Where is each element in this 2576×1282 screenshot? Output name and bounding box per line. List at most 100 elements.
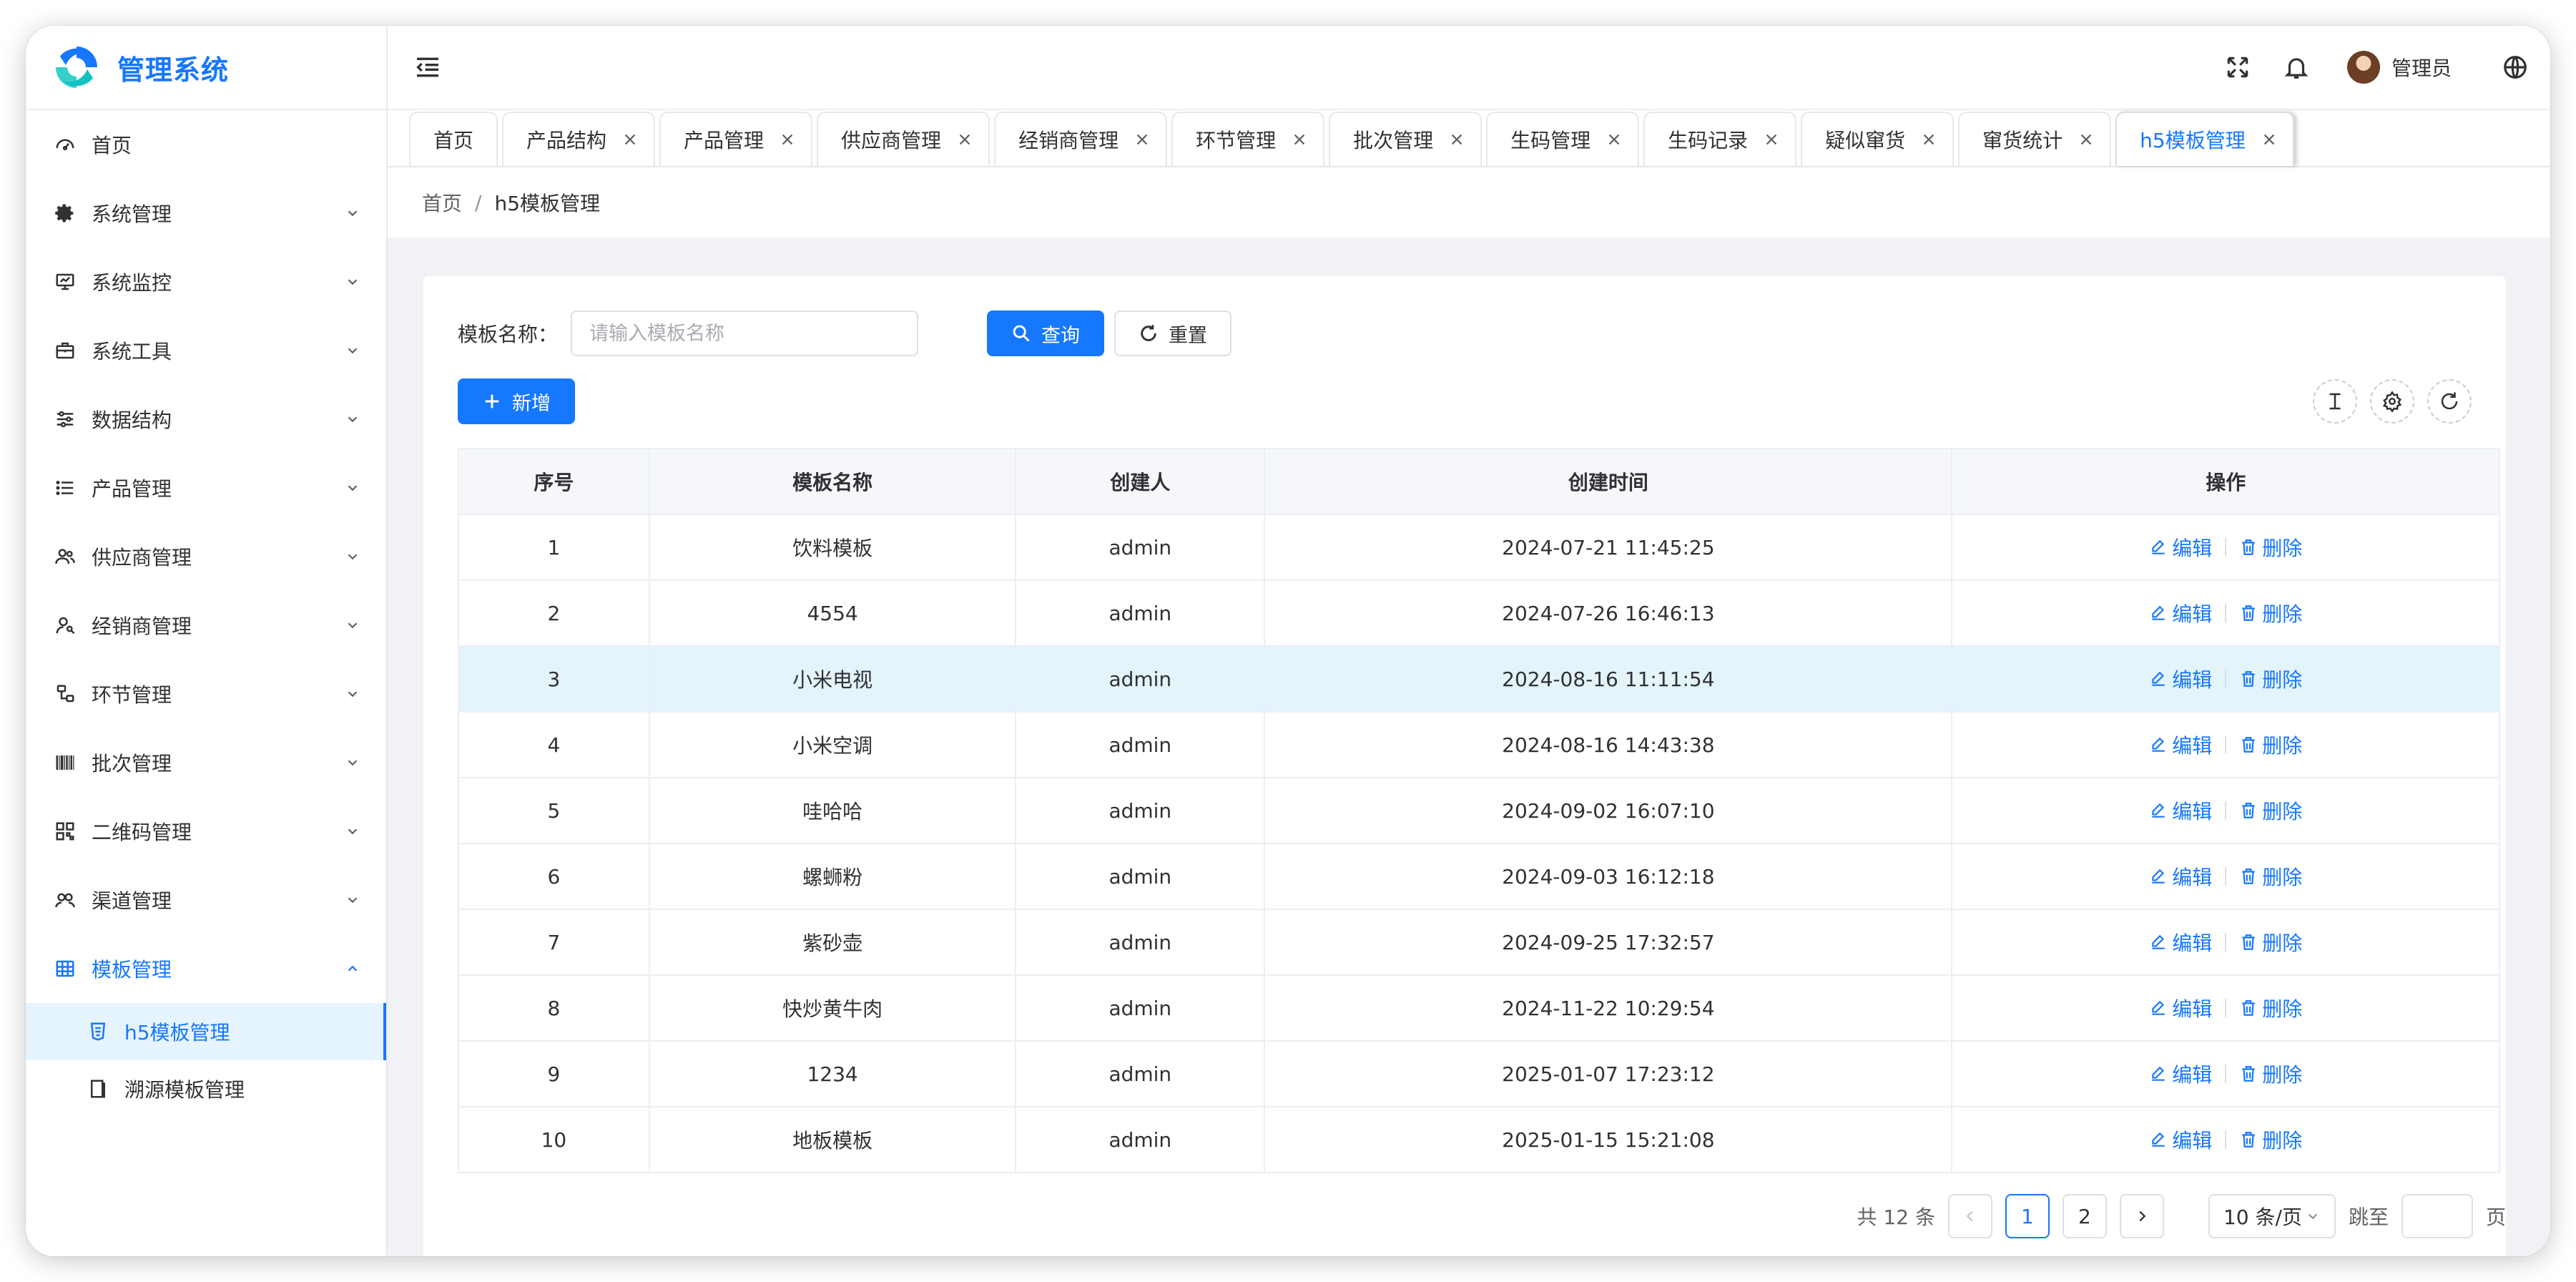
breadcrumb-home[interactable]: 首页 bbox=[422, 188, 462, 217]
chevron-down-icon bbox=[348, 279, 358, 285]
bell-icon[interactable] bbox=[2283, 54, 2310, 81]
close-icon[interactable] bbox=[622, 132, 638, 147]
delete-button[interactable]: 删除 bbox=[2239, 862, 2302, 891]
edit-icon bbox=[2152, 1066, 2165, 1081]
close-icon[interactable] bbox=[2078, 132, 2094, 147]
sidebar-item-products[interactable]: 产品管理 bbox=[26, 454, 386, 522]
table-row[interactable]: 8 快炒黄牛肉 admin 2024-11-22 10:29:54 编辑 删除 bbox=[458, 974, 2500, 1042]
edit-label: 编辑 bbox=[2172, 1063, 2213, 1087]
column-height-button[interactable] bbox=[2313, 379, 2357, 424]
edit-button[interactable]: 编辑 bbox=[2149, 1125, 2212, 1154]
tab-batch-management[interactable]: 批次管理 bbox=[1329, 112, 1483, 166]
table-row[interactable]: 6 螺蛳粉 admin 2024-09-03 16:12:18 编辑 删除 bbox=[458, 843, 2500, 910]
refresh-table-button[interactable] bbox=[2427, 379, 2472, 424]
sidebar-item-monitor[interactable]: 系统监控 bbox=[26, 248, 386, 316]
chevron-down-icon bbox=[348, 485, 358, 491]
edit-button[interactable]: 编辑 bbox=[2149, 1060, 2212, 1088]
close-icon[interactable] bbox=[1449, 132, 1465, 147]
table-icon bbox=[56, 960, 74, 977]
sidebar-item-dealers[interactable]: 经销商管理 bbox=[26, 591, 386, 660]
close-icon[interactable] bbox=[1606, 132, 1622, 147]
page-size-select[interactable]: 10 条/页 bbox=[2208, 1194, 2336, 1238]
table-row[interactable]: 9 1234 admin 2025-01-07 17:23:12 编辑 删除 bbox=[458, 1040, 2500, 1107]
fullscreen-icon[interactable] bbox=[2224, 54, 2251, 81]
cell-index: 3 bbox=[458, 645, 650, 713]
sidebar-item-channels[interactable]: 渠道管理 bbox=[26, 866, 386, 934]
delete-button[interactable]: 删除 bbox=[2239, 1060, 2302, 1088]
tab-code-generation[interactable]: 生码管理 bbox=[1486, 112, 1640, 166]
menu-collapse-icon[interactable] bbox=[413, 53, 442, 82]
sidebar-item-system[interactable]: 系统管理 bbox=[26, 179, 386, 248]
next-page-button[interactable] bbox=[2119, 1194, 2164, 1238]
tab-product-structure[interactable]: 产品结构 bbox=[502, 112, 656, 166]
sidebar-item-tools[interactable]: 系统工具 bbox=[26, 316, 386, 385]
tab-h5-templates[interactable]: h5模板管理 bbox=[2115, 112, 2294, 166]
edit-button[interactable]: 编辑 bbox=[2149, 730, 2212, 759]
prev-page-button[interactable] bbox=[1947, 1194, 1992, 1238]
edit-button[interactable]: 编辑 bbox=[2149, 928, 2212, 956]
delete-label: 删除 bbox=[2262, 1129, 2303, 1153]
sidebar-item-suppliers[interactable]: 供应商管理 bbox=[26, 522, 386, 591]
add-button[interactable]: 新增 bbox=[458, 378, 575, 424]
edit-button[interactable]: 编辑 bbox=[2149, 599, 2212, 627]
tab-code-records[interactable]: 生码记录 bbox=[1643, 112, 1797, 166]
sidebar-item-templates[interactable]: 模板管理 bbox=[26, 934, 386, 1003]
sidebar-subitem-h5-templates[interactable]: h5模板管理 bbox=[26, 1003, 386, 1060]
sidebar-item-data-structure[interactable]: 数据结构 bbox=[26, 385, 386, 454]
close-icon[interactable] bbox=[957, 132, 973, 147]
edit-button[interactable]: 编辑 bbox=[2149, 665, 2212, 693]
table-row[interactable]: 3 小米电视 admin 2024-08-16 11:11:54 编辑 删除 bbox=[458, 645, 2500, 713]
user-menu[interactable]: 管理员 bbox=[2346, 51, 2452, 84]
close-icon[interactable] bbox=[1921, 132, 1937, 147]
table-row[interactable]: 7 紫砂壶 admin 2024-09-25 17:32:57 编辑 删除 bbox=[458, 909, 2500, 976]
table-row[interactable]: 10 地板模板 admin 2025-01-15 15:21:08 编辑 删除 bbox=[458, 1106, 2500, 1173]
column-settings-button[interactable] bbox=[2370, 379, 2414, 424]
close-icon[interactable] bbox=[2261, 132, 2277, 147]
delete-button[interactable]: 删除 bbox=[2239, 928, 2302, 956]
close-icon[interactable] bbox=[1134, 132, 1150, 147]
table-row[interactable]: 5 哇哈哈 admin 2024-09-02 16:07:10 编辑 删除 bbox=[458, 777, 2500, 844]
sidebar-item-process[interactable]: 环节管理 bbox=[26, 660, 386, 728]
tab-process-management[interactable]: 环节管理 bbox=[1171, 112, 1325, 166]
chevron-down-icon bbox=[2308, 1213, 2318, 1220]
monitor-icon bbox=[56, 273, 74, 290]
page-2-button[interactable]: 2 bbox=[2062, 1194, 2107, 1238]
delete-button[interactable]: 删除 bbox=[2239, 994, 2302, 1022]
table-row[interactable]: 1 饮料模板 admin 2024-07-21 11:45:25 编辑 删除 bbox=[458, 514, 2500, 581]
tab-home[interactable]: 首页 bbox=[409, 112, 498, 166]
edit-button[interactable]: 编辑 bbox=[2149, 533, 2212, 562]
query-button[interactable]: 查询 bbox=[987, 310, 1105, 356]
sidebar-item-home[interactable]: 首页 bbox=[26, 110, 386, 179]
table-row[interactable]: 2 4554 admin 2024-07-26 16:46:13 编辑 删除 bbox=[458, 579, 2500, 647]
close-icon[interactable] bbox=[1292, 132, 1307, 147]
page-1-button[interactable]: 1 bbox=[2005, 1194, 2050, 1238]
tab-supplier-management[interactable]: 供应商管理 bbox=[817, 112, 990, 166]
table-row[interactable]: 4 小米空调 admin 2024-08-16 14:43:38 编辑 删除 bbox=[458, 711, 2500, 778]
reset-button[interactable]: 重置 bbox=[1114, 310, 1232, 356]
tab-product-management[interactable]: 产品管理 bbox=[659, 112, 813, 166]
sidebar-subitem-trace-templates[interactable]: 溯源模板管理 bbox=[26, 1060, 386, 1117]
delete-button[interactable]: 删除 bbox=[2239, 599, 2302, 627]
edit-button[interactable]: 编辑 bbox=[2149, 862, 2212, 891]
cell-template-name: 哇哈哈 bbox=[648, 777, 1017, 844]
pagination-total: 共 12 条 bbox=[1857, 1205, 1935, 1229]
edit-button[interactable]: 编辑 bbox=[2149, 994, 2212, 1022]
close-icon[interactable] bbox=[1764, 132, 1779, 147]
language-icon[interactable] bbox=[2502, 54, 2529, 81]
delete-button[interactable]: 删除 bbox=[2239, 533, 2302, 562]
sidebar-item-qrcode[interactable]: 二维码管理 bbox=[26, 797, 386, 866]
delete-button[interactable]: 删除 bbox=[2239, 665, 2302, 693]
page-jump-input[interactable] bbox=[2401, 1194, 2473, 1238]
tab-diversion-stats[interactable]: 窜货统计 bbox=[1958, 112, 2112, 166]
delete-button[interactable]: 删除 bbox=[2239, 796, 2302, 825]
template-name-input[interactable] bbox=[571, 310, 919, 356]
edit-button[interactable]: 编辑 bbox=[2149, 796, 2212, 825]
delete-button[interactable]: 删除 bbox=[2239, 1125, 2302, 1154]
trash-icon bbox=[2242, 1066, 2255, 1082]
close-icon[interactable] bbox=[780, 132, 795, 147]
tab-dealer-management[interactable]: 经销商管理 bbox=[994, 112, 1168, 166]
tab-suspected-diversion[interactable]: 疑似窜货 bbox=[1801, 112, 1955, 166]
cell-created-time: 2025-01-07 17:23:12 bbox=[1264, 1040, 1953, 1107]
delete-button[interactable]: 删除 bbox=[2239, 730, 2302, 759]
sidebar-item-batches[interactable]: 批次管理 bbox=[26, 728, 386, 797]
